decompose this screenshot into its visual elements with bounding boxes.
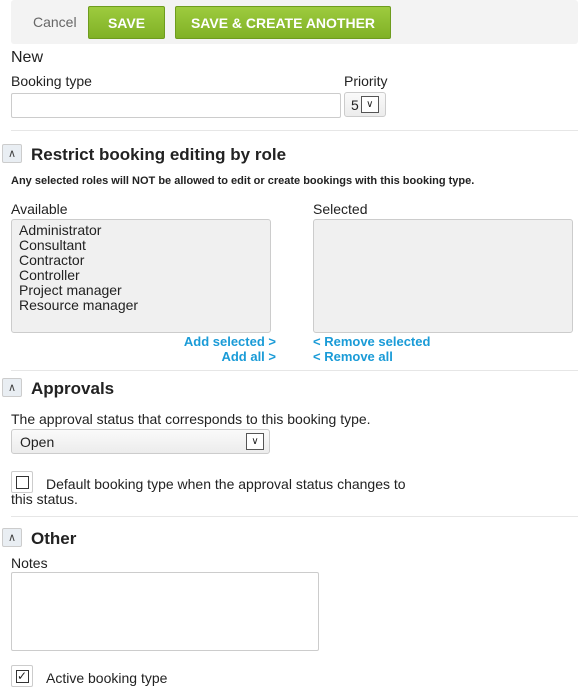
list-item[interactable]: Contractor [19,253,263,268]
priority-label: Priority [344,73,388,89]
default-booking-type-label: Default booking type when the approval s… [11,476,406,507]
notes-textarea[interactable] [11,572,319,651]
list-item[interactable]: Administrator [19,223,263,238]
notes-label: Notes [11,555,48,571]
remove-selected-link[interactable]: < Remove selected [313,334,430,349]
list-item[interactable]: Resource manager [19,298,263,313]
add-selected-link[interactable]: Add selected > [184,334,276,349]
chevron-down-icon: ∨ [360,96,379,113]
divider [11,130,578,131]
collapse-icon[interactable]: ∧ [2,144,22,163]
active-booking-type-checkbox[interactable]: ✓ [11,665,33,687]
save-button[interactable]: SAVE [88,6,165,39]
available-roles-list[interactable]: Administrator Consultant Contractor Cont… [11,219,271,333]
form-title: New [11,49,44,66]
list-item[interactable]: Project manager [19,283,263,298]
cancel-button[interactable]: Cancel [33,14,77,30]
approvals-section-title: Approvals [31,379,115,398]
chevron-down-icon: ∨ [246,433,264,450]
add-all-link[interactable]: Add all > [221,349,276,364]
selected-roles-list[interactable] [313,219,573,333]
divider [11,370,578,371]
collapse-icon[interactable]: ∧ [2,378,22,397]
active-booking-type-label: Active booking type [46,670,168,686]
selected-label: Selected [313,201,368,217]
restrict-note: Any selected roles will NOT be allowed t… [11,175,475,187]
list-item[interactable]: Consultant [19,238,263,253]
collapse-icon[interactable]: ∧ [2,528,22,547]
booking-type-input[interactable] [11,93,341,118]
approval-status-select[interactable]: Open ∨ [11,429,270,454]
checkmark-icon: ✓ [15,669,29,683]
available-label: Available [11,201,68,217]
save-create-another-button[interactable]: SAVE & CREATE ANOTHER [175,6,391,39]
remove-all-link[interactable]: < Remove all [313,349,393,364]
approval-status-value: Open [20,433,55,450]
approval-status-desc: The approval status that corresponds to … [11,411,371,427]
divider [11,516,578,517]
priority-value: 5 [351,96,359,113]
restrict-section-title: Restrict booking editing by role [31,145,287,164]
booking-type-label: Booking type [11,73,92,89]
other-section-title: Other [31,529,77,548]
list-item[interactable]: Controller [19,268,263,283]
priority-select[interactable]: 5 ∨ [344,92,386,117]
